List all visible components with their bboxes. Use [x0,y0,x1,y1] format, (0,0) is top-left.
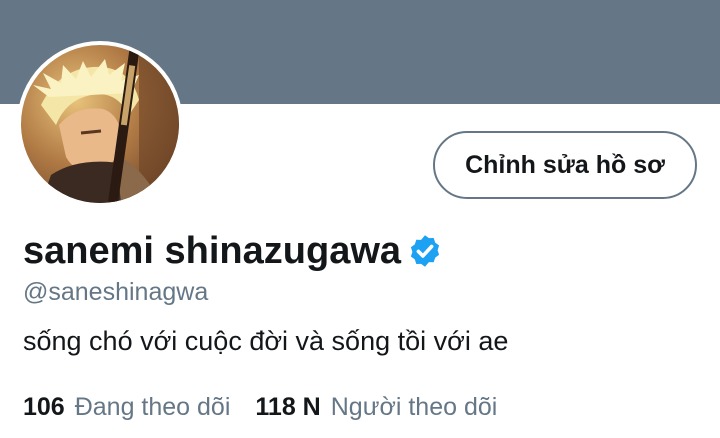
verified-badge-icon [407,233,443,269]
display-name: sanemi shinazugawa [23,229,402,272]
following-count: 106 [23,393,65,421]
name-row: sanemi shinazugawa [23,226,443,276]
edit-profile-button[interactable]: Chỉnh sửa hồ sơ [433,131,697,199]
avatar-image [21,45,179,203]
following-stat[interactable]: 106 Đang theo dõi [23,393,230,422]
followers-label: Người theo dõi [330,393,498,421]
profile-bio: sống chó với cuộc đời và sống tồi với ae [23,326,509,356]
followers-stat[interactable]: 118 N Người theo dõi [255,393,497,422]
profile-avatar[interactable] [17,41,183,207]
profile-stats: 106 Đang theo dõi 118 N Người theo dõi [23,393,497,422]
followers-count: 118 N [255,393,321,421]
following-label: Đang theo dõi [74,393,231,421]
profile-handle: @saneshinagwa [23,278,209,306]
